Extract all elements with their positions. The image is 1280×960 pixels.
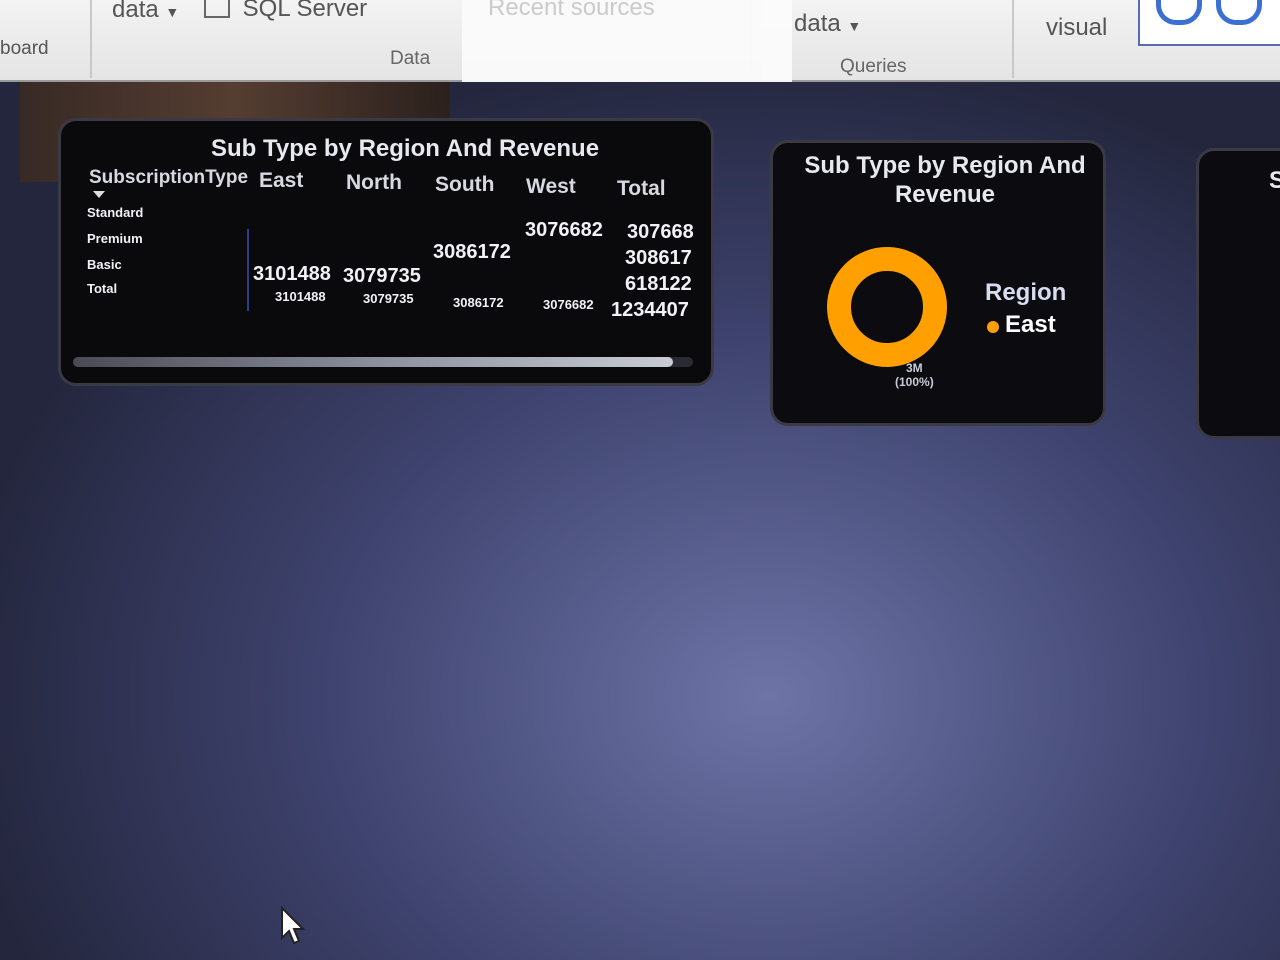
column-header-south[interactable]: South xyxy=(435,173,494,197)
ribbon-icon-group xyxy=(1138,0,1280,46)
ribbon-divider xyxy=(1012,0,1014,78)
ribbon-board-label: board xyxy=(0,38,49,59)
publish-icon[interactable] xyxy=(1216,0,1262,25)
cell-total-west: 3076682 xyxy=(543,297,594,312)
donut-chart xyxy=(827,247,947,367)
donut-chart-title: Sub Type by Region And Revenue xyxy=(804,152,1086,208)
recent-sources-label: Recent sources xyxy=(488,0,655,21)
partial-visual[interactable]: S xyxy=(1196,148,1280,439)
cell-standard-total: 307668 xyxy=(627,221,694,243)
legend-item-east[interactable]: East xyxy=(1005,311,1056,339)
cell-basic-east: 3101488 xyxy=(253,263,331,285)
column-header-west[interactable]: West xyxy=(526,175,576,199)
sort-descending-icon[interactable] xyxy=(93,191,105,198)
donut-data-label: 3M (100%) xyxy=(895,361,934,389)
queries-group-label: Queries xyxy=(840,56,907,77)
row-label-basic[interactable]: Basic xyxy=(87,257,122,272)
cell-total-north: 3079735 xyxy=(363,291,414,306)
transform-data-button[interactable]: data ▼ xyxy=(794,10,861,38)
get-data-button[interactable]: data ▼ xyxy=(112,0,179,24)
donut-slice-percent: (100%) xyxy=(895,375,934,389)
cell-total-total: 1234407 xyxy=(611,299,689,321)
database-icon xyxy=(204,0,230,18)
column-header-total[interactable]: Total xyxy=(617,177,666,201)
mouse-pointer-icon xyxy=(281,906,306,945)
matrix-title: Sub Type by Region And Revenue xyxy=(211,135,600,162)
cell-premium-total: 308617 xyxy=(625,247,692,269)
cell-premium-south: 3086172 xyxy=(433,241,511,263)
get-data-label: data xyxy=(112,0,159,23)
sql-server-button[interactable]: SQL Server xyxy=(204,0,367,23)
ribbon-divider xyxy=(90,0,92,78)
row-label-premium[interactable]: Premium xyxy=(87,231,143,246)
donut-chart-visual[interactable]: Sub Type by Region And Revenue 3M (100%)… xyxy=(770,140,1106,426)
matrix-visual[interactable]: Sub Type by Region And Revenue Subscript… xyxy=(58,118,714,386)
column-divider xyxy=(247,229,249,311)
column-header-east[interactable]: East xyxy=(259,169,303,193)
transform-data-label: data xyxy=(794,10,841,37)
cell-standard-west: 3076682 xyxy=(525,219,603,241)
legend-title: Region xyxy=(985,279,1067,306)
cell-total-south: 3086172 xyxy=(453,295,504,310)
cell-total-east: 3101488 xyxy=(275,289,326,304)
partial-visual-title: S xyxy=(1269,167,1280,194)
data-group-label: Data xyxy=(390,48,431,69)
scrollbar-thumb[interactable] xyxy=(73,357,673,367)
legend-marker-east xyxy=(987,321,999,333)
row-label-standard[interactable]: Standard xyxy=(87,205,143,220)
donut-slice-east[interactable] xyxy=(827,247,947,367)
new-visual-button[interactable]: visual xyxy=(1046,14,1107,42)
column-header-subscription-type[interactable]: SubscriptionType xyxy=(89,167,248,189)
column-header-north[interactable]: North xyxy=(346,171,402,195)
horizontal-scrollbar[interactable] xyxy=(73,357,693,367)
chevron-down-icon: ▼ xyxy=(847,18,862,34)
row-label-total[interactable]: Total xyxy=(87,281,117,296)
chevron-down-icon: ▼ xyxy=(165,4,180,20)
sql-server-label: SQL Server xyxy=(242,0,368,22)
cell-basic-total: 618122 xyxy=(625,273,692,295)
donut-slice-value: 3M xyxy=(906,361,923,375)
cell-basic-north: 3079735 xyxy=(343,265,421,287)
refresh-icon[interactable] xyxy=(1156,0,1202,25)
